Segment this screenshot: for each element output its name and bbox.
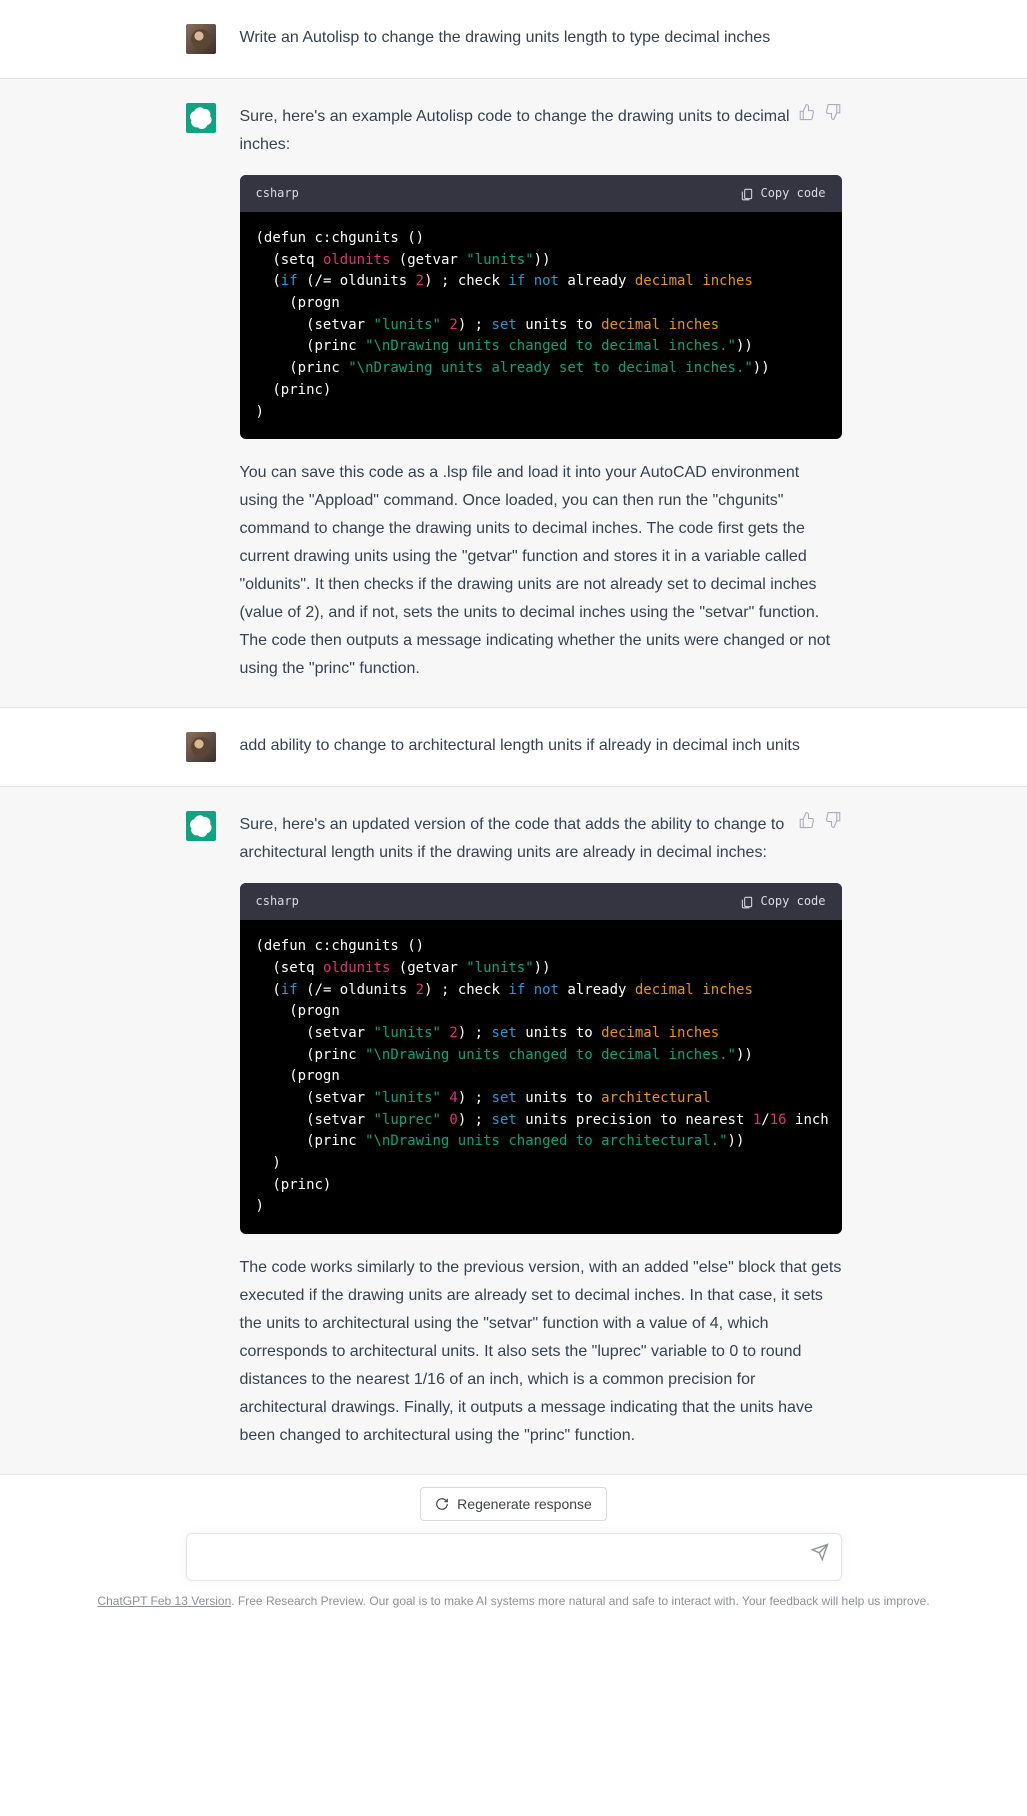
code-body[interactable]: (defun c:chgunits () (setq oldunits (get…	[240, 920, 842, 1234]
message-input[interactable]	[203, 1548, 793, 1566]
thumbs-down-icon	[824, 103, 842, 121]
user-avatar	[186, 732, 216, 762]
clipboard-icon	[740, 895, 754, 909]
code-body[interactable]: (defun c:chgunits () (setq oldunits (get…	[240, 212, 842, 439]
copy-code-button[interactable]: Copy code	[740, 183, 825, 204]
thumbs-up-button[interactable]	[798, 103, 816, 131]
thumbs-up-icon	[798, 811, 816, 829]
code-block-1: csharp Copy code (defun c:chgunits () (s…	[240, 175, 842, 439]
assistant-avatar	[186, 811, 216, 841]
thumbs-up-button[interactable]	[798, 811, 816, 839]
message-input-container	[186, 1533, 842, 1581]
assistant-message-2: Sure, here's an updated version of the c…	[0, 787, 1027, 1475]
assistant-explanation: The code works similarly to the previous…	[240, 1254, 842, 1450]
send-icon	[811, 1543, 829, 1561]
user-avatar	[186, 24, 216, 54]
user-message-2: add ability to change to architectural l…	[0, 708, 1027, 787]
code-block-2: csharp Copy code (defun c:chgunits () (s…	[240, 883, 842, 1234]
code-lang-label: csharp	[256, 183, 299, 204]
thumbs-down-button[interactable]	[824, 103, 842, 131]
clipboard-icon	[740, 187, 754, 201]
code-lang-label: csharp	[256, 891, 299, 912]
user-message-1: Write an Autolisp to change the drawing …	[0, 0, 1027, 79]
thumbs-down-button[interactable]	[824, 811, 842, 839]
thumbs-up-icon	[798, 103, 816, 121]
assistant-avatar	[186, 103, 216, 133]
user-text: Write an Autolisp to change the drawing …	[240, 24, 842, 52]
copy-code-button[interactable]: Copy code	[740, 891, 825, 912]
thumbs-down-icon	[824, 811, 842, 829]
send-button[interactable]	[811, 1543, 829, 1571]
assistant-message-1: Sure, here's an example Autolisp code to…	[0, 79, 1027, 708]
regenerate-button[interactable]: Regenerate response	[420, 1487, 607, 1521]
disclaimer: ChatGPT Feb 13 Version. Free Research Pr…	[0, 1591, 1027, 1612]
assistant-explanation: You can save this code as a .lsp file an…	[240, 459, 842, 683]
version-link[interactable]: ChatGPT Feb 13 Version	[97, 1594, 231, 1608]
assistant-intro: Sure, here's an updated version of the c…	[240, 811, 842, 867]
refresh-icon	[435, 1497, 449, 1511]
user-text: add ability to change to architectural l…	[240, 732, 842, 760]
footer: Regenerate response ChatGPT Feb 13 Versi…	[0, 1475, 1027, 1620]
assistant-intro: Sure, here's an example Autolisp code to…	[240, 103, 842, 159]
